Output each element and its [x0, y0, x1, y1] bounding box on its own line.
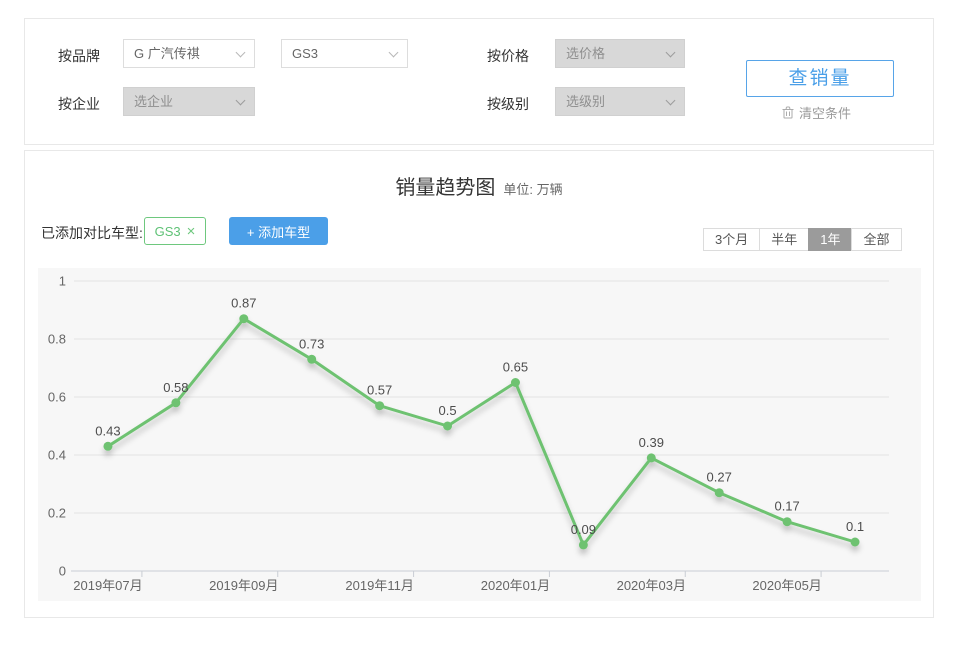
y-axis-tick-label: 0.4	[48, 448, 66, 463]
model-select[interactable]: GS3	[281, 39, 408, 68]
data-point	[579, 540, 588, 549]
add-model-button[interactable]: + 添加车型	[229, 217, 328, 245]
sales-trend-line-chart[interactable]: 0 0.2 0.4 0.6 0.8 1 2019年07月 2019年09月 2019年11月 20…	[38, 268, 921, 601]
trash-icon	[782, 106, 794, 119]
y-axis-tick-label: 1	[59, 274, 66, 289]
y-axis-tick-label: 0.6	[48, 390, 66, 405]
level-select[interactable]: 选级别	[555, 87, 685, 116]
data-point	[511, 378, 520, 387]
data-point-label: 0.87	[231, 296, 256, 311]
x-axis-tick-label: 2019年09月	[209, 578, 278, 593]
data-point-label: 0.09	[571, 522, 596, 537]
data-point-label: 0.58	[163, 380, 188, 395]
chevron-down-icon	[666, 96, 676, 106]
range-tab-1year[interactable]: 1年	[808, 228, 852, 251]
price-select[interactable]: 选价格	[555, 39, 685, 68]
company-filter-label: 按企业	[58, 94, 100, 114]
brand-select-value: G 广汽传祺	[134, 46, 200, 61]
chevron-down-icon	[236, 48, 246, 58]
company-select[interactable]: 选企业	[123, 87, 255, 116]
level-filter-label: 按级别	[487, 94, 529, 114]
data-point	[443, 422, 452, 431]
data-point-label: 0.1	[846, 519, 864, 534]
data-point-label: 0.73	[299, 336, 324, 351]
range-tab-halfyear[interactable]: 半年	[759, 228, 809, 251]
y-axis-tick-label: 0.2	[48, 506, 66, 521]
x-axis-tick-label: 2020年03月	[617, 578, 686, 593]
data-point-label: 0.57	[367, 383, 392, 398]
trend-chart-panel: 销量趋势图 单位: 万辆 已添加对比车型: GS3 × + 添加车型 3个月 半…	[24, 150, 934, 618]
data-point	[375, 401, 384, 410]
price-filter-label: 按价格	[487, 46, 529, 66]
data-point	[307, 355, 316, 364]
data-point	[103, 442, 112, 451]
y-axis-tick-label: 0	[59, 564, 66, 579]
trend-chart-svg: 0 0.2 0.4 0.6 0.8 1 2019年07月 2019年09月 2019年11月 20…	[38, 268, 921, 601]
time-range-tabs: 3个月 半年 1年 全部	[703, 228, 902, 251]
data-point	[851, 538, 860, 547]
x-axis-tick-label: 2019年07月	[73, 578, 142, 593]
data-point-label: 0.39	[639, 435, 664, 450]
data-point	[783, 517, 792, 526]
data-point-label: 0.17	[774, 499, 799, 514]
brand-filter-label: 按品牌	[58, 46, 100, 66]
x-axis-tick-label: 2020年05月	[752, 578, 821, 593]
x-axis-tick-label: 2019年11月	[345, 578, 413, 593]
data-point	[239, 314, 248, 323]
remove-tag-icon[interactable]: ×	[187, 224, 196, 239]
range-tab-3months[interactable]: 3个月	[703, 228, 760, 251]
range-tab-all[interactable]: 全部	[851, 228, 901, 251]
company-select-placeholder: 选企业	[134, 94, 173, 109]
data-point	[715, 488, 724, 497]
chart-title: 销量趋势图	[395, 171, 495, 200]
compare-tag-name: GS3	[155, 224, 181, 239]
chevron-down-icon	[236, 96, 246, 106]
data-point-label: 0.43	[95, 423, 120, 438]
clear-conditions-button[interactable]: 清空条件	[782, 103, 851, 122]
data-point-label: 0.27	[707, 470, 732, 485]
data-point	[171, 398, 180, 407]
query-sales-button[interactable]: 查销量	[746, 60, 894, 97]
brand-select[interactable]: G 广汽传祺	[123, 39, 255, 68]
y-axis-tick-label: 0.8	[48, 332, 66, 347]
level-select-placeholder: 选级别	[566, 94, 605, 109]
chart-header: 销量趋势图 单位: 万辆	[25, 171, 933, 200]
filter-panel: 按品牌 G 广汽传祺 GS3 按价格 选价格 按企业 选企业 按级别 选级别 查…	[24, 18, 934, 145]
chevron-down-icon	[389, 48, 399, 58]
data-point	[647, 453, 656, 462]
chevron-down-icon	[666, 48, 676, 58]
clear-conditions-label: 清空条件	[799, 103, 851, 122]
compare-tag-gs3: GS3 ×	[144, 217, 206, 245]
data-point-label: 0.5	[439, 403, 457, 418]
trend-line-gs3	[108, 319, 855, 545]
sales-query-page: 按品牌 G 广汽传祺 GS3 按价格 选价格 按企业 选企业 按级别 选级别 查…	[0, 0, 953, 648]
x-axis-tick-label: 2020年01月	[481, 578, 550, 593]
data-point-label: 0.65	[503, 360, 528, 375]
price-select-placeholder: 选价格	[566, 46, 605, 61]
compare-models-label: 已添加对比车型:	[41, 223, 143, 243]
chart-unit-label: 单位: 万辆	[503, 179, 562, 198]
model-select-value: GS3	[292, 46, 318, 61]
